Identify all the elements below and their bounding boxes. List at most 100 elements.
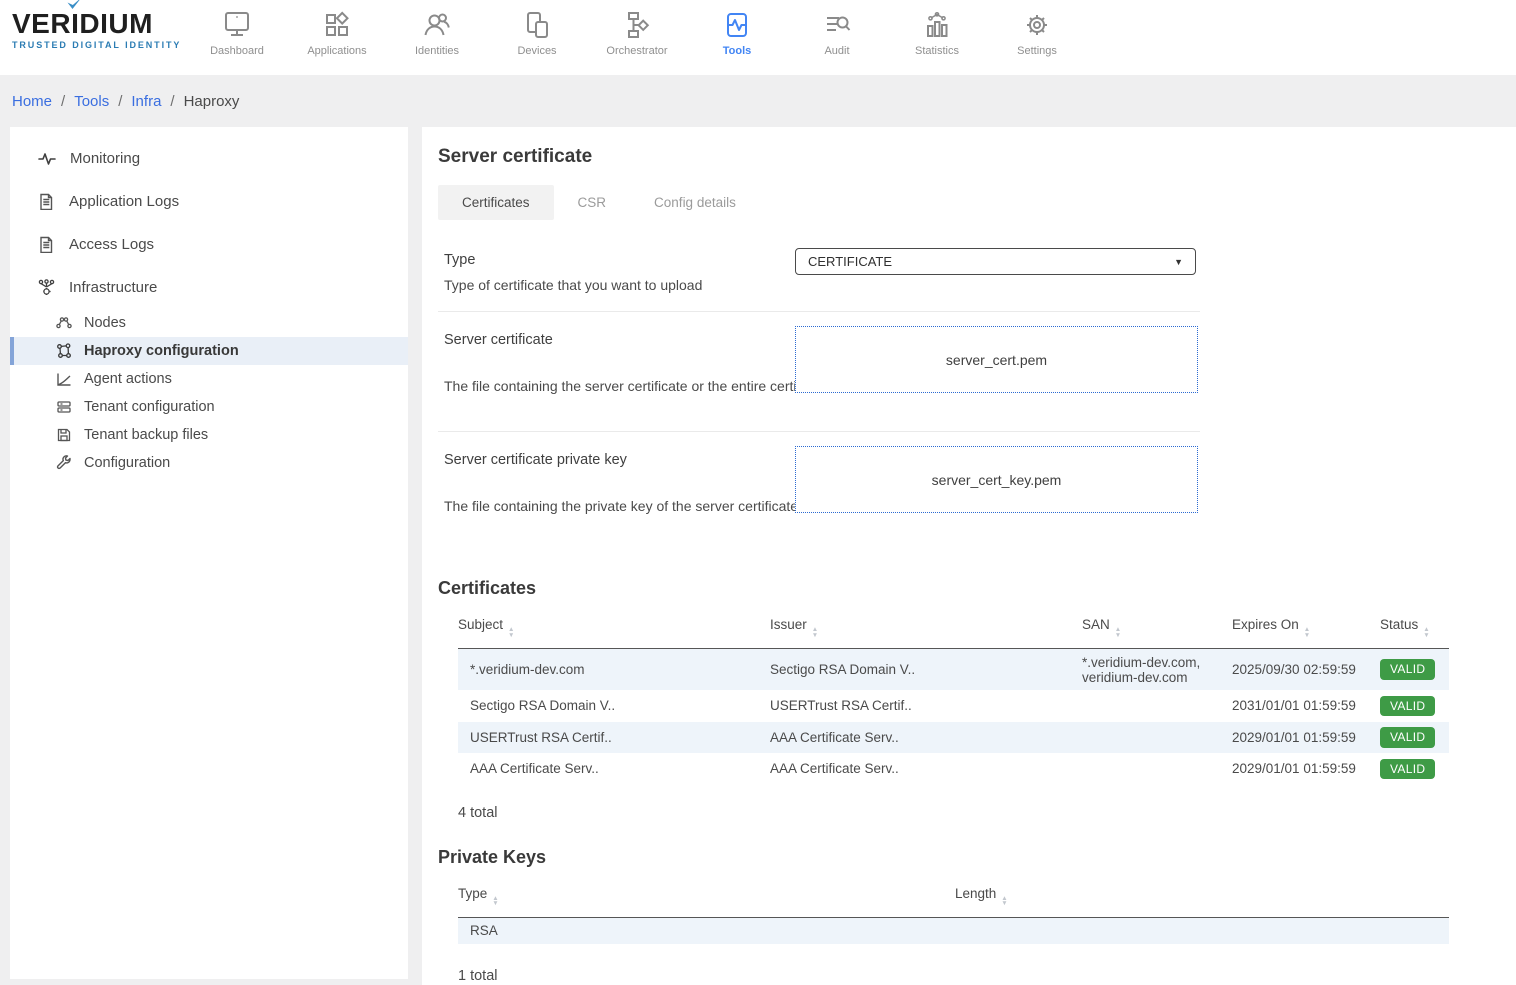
- type-help: Type of certificate that you want to upl…: [444, 277, 1200, 293]
- cell-issuer: USERTrust RSA Certif..: [770, 690, 1082, 722]
- table-header-row: Subject▲▼ Issuer▲▼ SAN▲▼ Expires On▲▼ St…: [458, 611, 1449, 649]
- nav-settings[interactable]: Settings: [987, 0, 1087, 57]
- save-icon: [56, 427, 72, 443]
- column-header-length[interactable]: Length▲▼: [955, 880, 1449, 918]
- breadcrumb-separator: /: [61, 93, 65, 110]
- table-row[interactable]: USERTrust RSA Certif.. AAA Certificate S…: [458, 722, 1449, 754]
- sidebar-item-monitoring[interactable]: Monitoring: [10, 137, 408, 180]
- sidebar-item-tenant-configuration[interactable]: Tenant configuration: [10, 393, 408, 421]
- column-header-san[interactable]: SAN▲▼: [1082, 611, 1232, 649]
- status-badge: VALID: [1380, 727, 1435, 748]
- sidebar-item-configuration[interactable]: Configuration: [10, 449, 408, 477]
- cell-expires: 2029/01/01 01:59:59: [1232, 722, 1380, 754]
- column-header-issuer[interactable]: Issuer▲▼: [770, 611, 1082, 649]
- sidebar-item-agent-actions[interactable]: Agent actions: [10, 365, 408, 393]
- cell-subject: Sectigo RSA Domain V..: [458, 690, 770, 722]
- devices-icon: [521, 9, 553, 41]
- sidebar-item-application-logs[interactable]: Application Logs: [10, 180, 408, 223]
- tools-icon: [721, 9, 753, 41]
- nodes-icon: [56, 315, 72, 331]
- nav-orchestrator[interactable]: Orchestrator: [587, 0, 687, 57]
- nav-tools[interactable]: Tools: [687, 0, 787, 57]
- tabs: Certificates CSR Config details: [438, 185, 1516, 220]
- certificate-upload-form: Type Type of certificate that you want t…: [438, 232, 1200, 552]
- sidebar-item-haproxy-configuration[interactable]: Haproxy configuration: [10, 337, 408, 365]
- breadcrumb: Home / Tools / Infra / Haproxy: [0, 75, 1516, 127]
- veridium-logo[interactable]: VERIDIUM TRUSTED DIGITAL IDENTITY: [12, 9, 181, 50]
- nav-devices[interactable]: Devices: [487, 0, 587, 57]
- column-header-expires-on[interactable]: Expires On▲▼: [1232, 611, 1380, 649]
- nav-dashboard[interactable]: Dashboard: [187, 0, 287, 57]
- server-certificate-dropzone[interactable]: server_cert.pem: [795, 326, 1198, 393]
- private-key-row: Server certificate private key The file …: [438, 432, 1200, 552]
- nav-statistics[interactable]: Statistics: [887, 0, 987, 57]
- share-nodes-icon: [56, 343, 72, 359]
- cell-expires: 2029/01/01 01:59:59: [1232, 753, 1380, 785]
- logo-wordmark: VERIDIUM: [12, 9, 181, 39]
- applications-icon: [321, 9, 353, 41]
- column-header-status[interactable]: Status▲▼: [1380, 611, 1449, 649]
- sidebar-item-nodes[interactable]: Nodes: [10, 309, 408, 337]
- tab-certificates[interactable]: Certificates: [438, 185, 554, 220]
- dashboard-icon: [221, 9, 253, 41]
- cell-type: RSA: [458, 917, 955, 944]
- sidebar-item-label: Application Logs: [69, 193, 179, 210]
- sidebar-item-tenant-backup-files[interactable]: Tenant backup files: [10, 421, 408, 449]
- sort-icon: ▲▼: [1001, 896, 1007, 907]
- server-certificate-filename: server_cert.pem: [946, 352, 1047, 368]
- status-badge: VALID: [1380, 659, 1435, 680]
- document-icon: [38, 193, 55, 210]
- network-icon: [38, 279, 55, 296]
- private-key-filename: server_cert_key.pem: [932, 472, 1062, 488]
- private-key-dropzone[interactable]: server_cert_key.pem: [795, 446, 1198, 513]
- certificates-total: 4 total: [458, 805, 1516, 821]
- sidebar-item-label: Monitoring: [70, 150, 140, 167]
- sidebar-item-label: Tenant backup files: [84, 427, 208, 443]
- breadcrumb-separator: /: [118, 93, 122, 110]
- certificates-table: Subject▲▼ Issuer▲▼ SAN▲▼ Expires On▲▼ St…: [458, 611, 1449, 785]
- top-nav: Dashboard Applications Identities Device…: [187, 0, 1087, 57]
- nav-audit[interactable]: Audit: [787, 0, 887, 57]
- chevron-down-icon: ▼: [1174, 257, 1183, 267]
- cell-issuer: AAA Certificate Serv..: [770, 722, 1082, 754]
- type-row: Type Type of certificate that you want t…: [438, 232, 1200, 312]
- certificate-type-value: CERTIFICATE: [808, 254, 892, 269]
- column-header-type[interactable]: Type▲▼: [458, 880, 955, 918]
- column-header-subject[interactable]: Subject▲▼: [458, 611, 770, 649]
- certificate-type-select[interactable]: CERTIFICATE ▼: [795, 248, 1196, 275]
- status-badge: VALID: [1380, 759, 1435, 780]
- nav-applications[interactable]: Applications: [287, 0, 387, 57]
- sort-icon: ▲▼: [1304, 627, 1310, 638]
- nav-identities[interactable]: Identities: [387, 0, 487, 57]
- sidebar-item-access-logs[interactable]: Access Logs: [10, 223, 408, 266]
- cell-length: [955, 917, 1449, 944]
- cell-san: [1082, 753, 1232, 785]
- table-row[interactable]: AAA Certificate Serv.. AAA Certificate S…: [458, 753, 1449, 785]
- table-row[interactable]: RSA: [458, 917, 1449, 944]
- breadcrumb-tools[interactable]: Tools: [74, 93, 109, 110]
- cell-san: *.veridium-dev.com, veridium-dev.com: [1082, 649, 1232, 691]
- sidebar-item-label: Nodes: [84, 315, 126, 331]
- tab-config-details[interactable]: Config details: [630, 185, 760, 220]
- table-row[interactable]: Sectigo RSA Domain V.. USERTrust RSA Cer…: [458, 690, 1449, 722]
- breadcrumb-current: Haproxy: [184, 93, 240, 110]
- cell-subject: AAA Certificate Serv..: [458, 753, 770, 785]
- audit-icon: [821, 9, 853, 41]
- pulse-icon: [38, 151, 56, 167]
- server-certificate-row: Server certificate The file containing t…: [438, 312, 1200, 432]
- breadcrumb-home[interactable]: Home: [12, 93, 52, 110]
- private-keys-table: Type▲▼ Length▲▼ RSA: [458, 880, 1449, 944]
- cell-issuer: AAA Certificate Serv..: [770, 753, 1082, 785]
- cell-expires: 2025/09/30 02:59:59: [1232, 649, 1380, 691]
- table-row[interactable]: *.veridium-dev.com Sectigo RSA Domain V.…: [458, 649, 1449, 691]
- tab-csr[interactable]: CSR: [554, 185, 631, 220]
- sort-icon: ▲▼: [1423, 627, 1429, 638]
- sidebar-item-infrastructure[interactable]: Infrastructure: [10, 266, 408, 309]
- breadcrumb-separator: /: [170, 93, 174, 110]
- cell-expires: 2031/01/01 01:59:59: [1232, 690, 1380, 722]
- breadcrumb-infra[interactable]: Infra: [131, 93, 161, 110]
- page-title: Server certificate: [438, 146, 1516, 168]
- sidebar: Monitoring Application Logs Access Logs …: [10, 127, 408, 979]
- sidebar-item-label: Infrastructure: [69, 279, 157, 296]
- statistics-icon: [921, 9, 953, 41]
